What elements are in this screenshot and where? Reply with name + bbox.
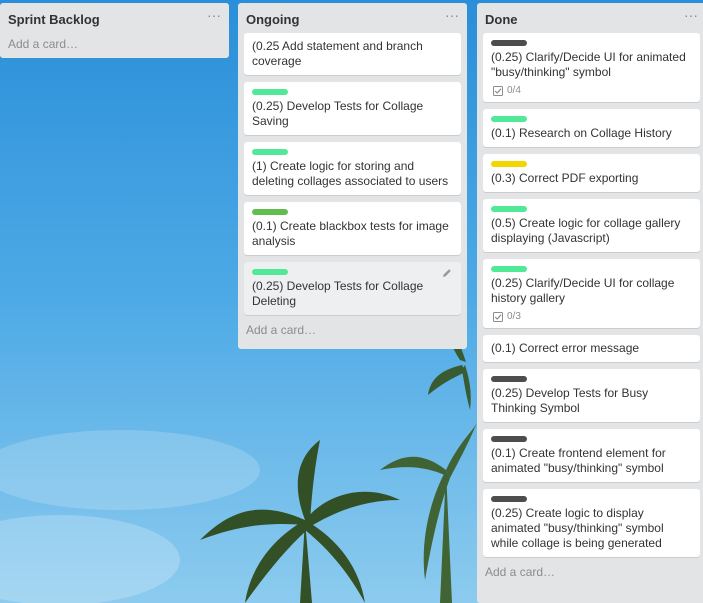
list-sprint-backlog: Sprint Backlog ··· Add a card… xyxy=(0,3,229,58)
card[interactable]: (0.5) Create logic for collage gallery d… xyxy=(483,199,700,252)
card-label[interactable] xyxy=(252,209,288,215)
list-done: Done ··· (0.25) Clarify/Decide UI for an… xyxy=(477,3,703,603)
ellipsis-icon[interactable]: ··· xyxy=(445,7,459,23)
list-header: Ongoing ··· xyxy=(238,3,467,33)
card[interactable]: (0.25) Develop Tests for Collage Deletin… xyxy=(244,262,461,315)
card-title: (0.1) Create frontend element for animat… xyxy=(491,446,666,475)
card-title: (0.25) Create logic to display animated … xyxy=(491,506,664,550)
list-title[interactable]: Sprint Backlog xyxy=(8,12,100,27)
card-label[interactable] xyxy=(491,161,527,167)
card-title: (0.25) Clarify/Decide UI for collage his… xyxy=(491,276,675,305)
list-ongoing: Ongoing ··· (0.25 Add statement and bran… xyxy=(238,3,467,349)
card-title: (1) Create logic for storing and deletin… xyxy=(252,159,449,188)
card-label[interactable] xyxy=(491,40,527,46)
card-list: (0.25) Clarify/Decide UI for animated "b… xyxy=(477,33,703,557)
card-label[interactable] xyxy=(491,496,527,502)
card-title: (0.5) Create logic for collage gallery d… xyxy=(491,216,681,245)
card-label[interactable] xyxy=(491,206,527,212)
checklist-badge: 0/4 xyxy=(491,85,692,96)
checklist-count: 0/4 xyxy=(507,85,521,96)
card-title: (0.25) Develop Tests for Busy Thinking S… xyxy=(491,386,649,415)
card[interactable]: (0.1) Research on Collage History xyxy=(483,109,700,147)
list-title[interactable]: Done xyxy=(485,12,518,27)
card[interactable]: (1) Create logic for storing and deletin… xyxy=(244,142,461,195)
checkbox-icon xyxy=(493,311,503,322)
checklist-badge: 0/3 xyxy=(491,311,692,322)
card-label[interactable] xyxy=(252,89,288,95)
card[interactable]: (0.25 Add statement and branch coverage xyxy=(244,33,461,75)
card-title: (0.1) Research on Collage History xyxy=(491,126,672,140)
ellipsis-icon[interactable]: ··· xyxy=(207,7,221,23)
card-label[interactable] xyxy=(491,266,527,272)
ellipsis-icon[interactable]: ··· xyxy=(684,7,698,23)
card[interactable]: (0.1) Correct error message xyxy=(483,335,700,362)
card-label[interactable] xyxy=(491,436,527,442)
add-card-button[interactable]: Add a card… xyxy=(238,323,467,337)
pencil-icon[interactable] xyxy=(442,268,452,278)
card[interactable]: (0.1) Create blackbox tests for image an… xyxy=(244,202,461,255)
add-card-button[interactable]: Add a card… xyxy=(477,565,703,579)
list-header: Done ··· xyxy=(477,3,703,33)
card-title: (0.1) Create blackbox tests for image an… xyxy=(252,219,449,248)
list-header: Sprint Backlog ··· xyxy=(0,3,229,33)
card-title: (0.25) Clarify/Decide UI for animated "b… xyxy=(491,50,686,79)
card-label[interactable] xyxy=(491,376,527,382)
card-title: (0.25 Add statement and branch coverage xyxy=(252,39,423,68)
card-label[interactable] xyxy=(252,149,288,155)
card-title: (0.1) Correct error message xyxy=(491,341,640,355)
card-title: (0.25) Develop Tests for Collage Saving xyxy=(252,99,424,128)
card[interactable]: (0.25) Create logic to display animated … xyxy=(483,489,700,557)
list-title[interactable]: Ongoing xyxy=(246,12,299,27)
checkbox-icon xyxy=(493,85,503,96)
card-list: (0.25 Add statement and branch coverage … xyxy=(238,33,467,315)
card[interactable]: (0.25) Clarify/Decide UI for animated "b… xyxy=(483,33,700,102)
card-title: (0.3) Correct PDF exporting xyxy=(491,171,639,185)
card[interactable]: (0.25) Develop Tests for Busy Thinking S… xyxy=(483,369,700,422)
card[interactable]: (0.25) Develop Tests for Collage Saving xyxy=(244,82,461,135)
card[interactable]: (0.1) Create frontend element for animat… xyxy=(483,429,700,482)
card[interactable]: (0.25) Clarify/Decide UI for collage his… xyxy=(483,259,700,328)
add-card-button[interactable]: Add a card… xyxy=(0,37,229,51)
card-label[interactable] xyxy=(252,269,288,275)
card-label[interactable] xyxy=(491,116,527,122)
card-title: (0.25) Develop Tests for Collage Deletin… xyxy=(252,279,424,308)
card[interactable]: (0.3) Correct PDF exporting xyxy=(483,154,700,192)
checklist-count: 0/3 xyxy=(507,311,521,322)
